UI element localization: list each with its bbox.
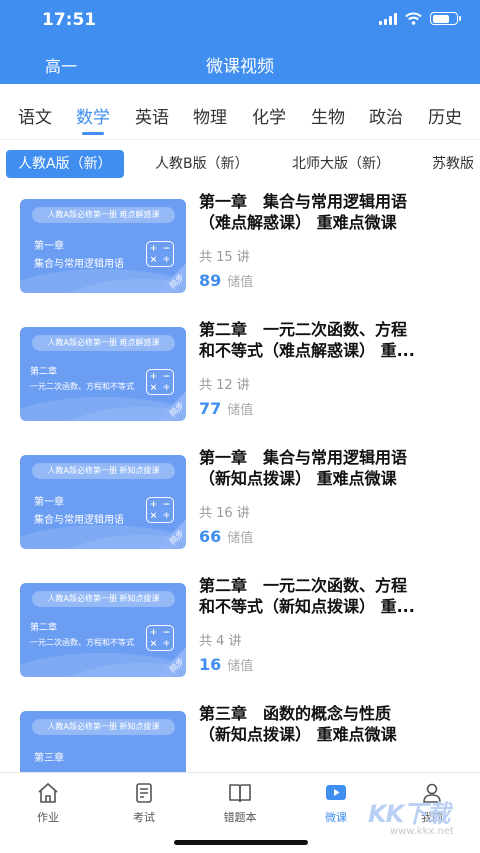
course-title: 第二章 一元二次函数、方程 和不等式（新知点拨课） 重... <box>199 576 415 616</box>
course-price: 77 储值 <box>199 399 254 418</box>
status-bar: 17:51 <box>0 0 480 40</box>
thumb-chapter: 第二章 <box>30 623 58 633</box>
nav-mistakes[interactable]: 错题本 <box>210 781 270 825</box>
tab-biology[interactable]: 生物 <box>311 103 345 128</box>
course-item[interactable]: 人教A版必修第一册 难点解惑课 第二章 一元二次函数、方程和不等式 + − × ÷ 同… <box>0 319 480 447</box>
lesson-count: 共 15 讲 <box>199 250 250 265</box>
thumb-chapter: 第三章 <box>34 753 64 764</box>
thumb-topic: 集合与常用逻辑用语 <box>34 259 124 270</box>
thumb-topic: 一元二次函数、方程和不等式 <box>30 382 134 391</box>
watermark-logo: KK下载 www.kkx.net <box>368 800 454 837</box>
thumb-chapter: 第一章 <box>34 497 64 508</box>
page-title: 微课视频 <box>206 57 274 77</box>
lesson-count: 共 16 讲 <box>199 506 250 521</box>
course-price: 66 储值 <box>199 527 254 546</box>
course-thumbnail: 人教A版必修第一册 难点解惑课 第二章 一元二次函数、方程和不等式 + − × ÷ 同… <box>20 327 186 421</box>
tab-history[interactable]: 历史 <box>428 103 462 128</box>
course-item[interactable]: 人教A版必修第一册 难点解惑课 第一章 集合与常用逻辑用语 + − × ÷ 同步 第一… <box>0 191 480 319</box>
thumb-topic: 一元二次函数、方程和不等式 <box>30 638 134 647</box>
course-thumbnail: 人教A版必修第一册 新知点拨课 第一章 集合与常用逻辑用语 + − × ÷ 同步 <box>20 455 186 549</box>
thumb-header: 人教A版必修第一册 新知点拨课 <box>32 591 175 607</box>
nav-homework[interactable]: 作业 <box>18 781 78 825</box>
home-indicator <box>174 840 308 845</box>
subject-tabs: 语文 数学 英语 物理 化学 生物 政治 历史 <box>0 84 480 140</box>
course-price: 16 储值 <box>199 655 254 674</box>
thumb-topic: 集合与常用逻辑用语 <box>34 515 124 526</box>
thumb-header: 人教A版必修第一册 新知点拨课 <box>32 719 175 735</box>
tab-physics[interactable]: 物理 <box>193 103 227 128</box>
course-title: 第二章 一元二次函数、方程 和不等式（难点解惑课） 重... <box>199 320 415 360</box>
lesson-count: 共 4 讲 <box>199 634 242 649</box>
course-title: 第三章 函数的概念与性质 （新知点拨课） 重难点微课 <box>199 704 397 744</box>
thumb-header: 人教A版必修第一册 难点解惑课 <box>32 335 175 351</box>
course-thumbnail: 人教A版必修第一册 新知点拨课 第三章 <box>20 711 186 772</box>
app-header: 17:51 高一 微课视频 <box>0 0 480 84</box>
tab-chemistry[interactable]: 化学 <box>252 103 286 128</box>
edition-sj[interactable]: 苏教版 <box>432 150 474 178</box>
active-tab-indicator <box>82 132 104 135</box>
course-thumbnail: 人教A版必修第一册 难点解惑课 第一章 集合与常用逻辑用语 + − × ÷ 同步 <box>20 199 186 293</box>
edition-tabs: 人教A版（新） 人教B版（新） 北师大版（新） 苏教版 <box>0 140 480 190</box>
calculator-icon: + − × ÷ <box>146 625 174 651</box>
status-time: 17:51 <box>42 10 97 30</box>
tab-chinese[interactable]: 语文 <box>18 103 52 128</box>
course-item[interactable]: 人教A版必修第一册 新知点拨课 第三章 第三章 函数的概念与性质 （新知点拨课）… <box>0 703 480 772</box>
nav-exam[interactable]: 考试 <box>114 781 174 825</box>
course-item[interactable]: 人教A版必修第一册 新知点拨课 第一章 集合与常用逻辑用语 + − × ÷ 同步 第一… <box>0 447 480 575</box>
edition-bsd[interactable]: 北师大版（新） <box>292 150 390 178</box>
status-icons <box>379 12 461 25</box>
thumb-header: 人教A版必修第一册 难点解惑课 <box>32 207 175 223</box>
notebook-icon <box>229 784 251 803</box>
tab-politics[interactable]: 政治 <box>369 103 403 128</box>
home-icon <box>38 782 58 803</box>
tab-english[interactable]: 英语 <box>135 103 169 128</box>
lesson-count: 共 12 讲 <box>199 378 250 393</box>
course-price: 89 储值 <box>199 271 254 290</box>
course-item[interactable]: 人教A版必修第一册 新知点拨课 第二章 一元二次函数、方程和不等式 + − × ÷ 同… <box>0 575 480 703</box>
course-title: 第一章 集合与常用逻辑用语 （新知点拨课） 重难点微课 <box>199 448 408 488</box>
tab-math[interactable]: 数学 <box>76 103 110 128</box>
edition-rj-b[interactable]: 人教B版（新） <box>155 150 249 178</box>
calculator-icon: + − × ÷ <box>146 497 174 523</box>
calculator-icon: + − × ÷ <box>146 369 174 395</box>
nav-microlesson[interactable]: 微课 <box>306 781 366 825</box>
video-icon <box>326 785 346 800</box>
wifi-icon <box>405 12 422 25</box>
thumb-chapter: 第一章 <box>34 241 64 252</box>
course-thumbnail: 人教A版必修第一册 新知点拨课 第二章 一元二次函数、方程和不等式 + − × ÷ 同… <box>20 583 186 677</box>
thumb-chapter: 第二章 <box>30 367 58 377</box>
edition-rj-a[interactable]: 人教A版（新） <box>6 150 124 178</box>
thumb-header: 人教A版必修第一册 新知点拨课 <box>32 463 175 479</box>
signal-icon <box>379 12 397 25</box>
battery-icon <box>430 12 461 25</box>
course-title: 第一章 集合与常用逻辑用语 （难点解惑课） 重难点微课 <box>199 192 408 232</box>
exam-icon <box>136 783 152 803</box>
calculator-icon: + − × ÷ <box>146 241 174 267</box>
